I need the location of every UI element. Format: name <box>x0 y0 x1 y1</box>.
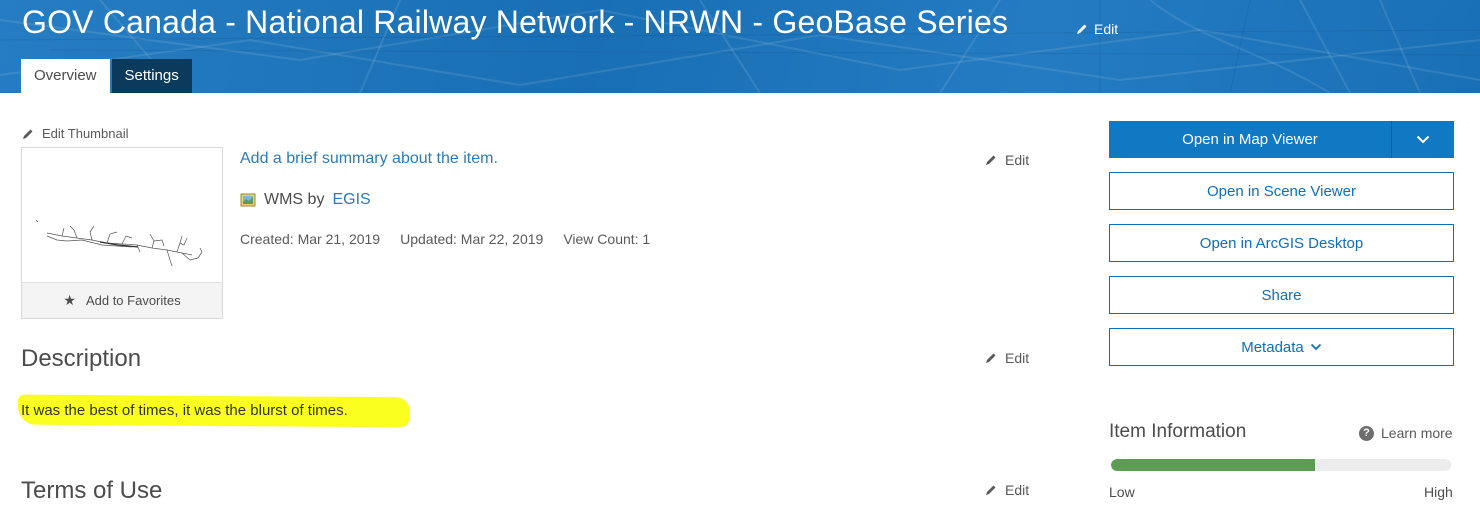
open-in-scene-viewer-button[interactable]: Open in Scene Viewer <box>1109 172 1454 210</box>
item-dates: Created: Mar 21, 2019 Updated: Mar 22, 2… <box>240 231 650 247</box>
metadata-button[interactable]: Metadata <box>1109 328 1454 366</box>
header-banner: GOV Canada - National Railway Network - … <box>0 0 1480 93</box>
title-edit-label: Edit <box>1094 21 1119 37</box>
owner-link[interactable]: EGIS <box>332 191 370 209</box>
updated-date: Updated: Mar 22, 2019 <box>400 231 544 247</box>
edit-thumbnail-label: Edit Thumbnail <box>42 126 129 141</box>
pencil-icon <box>986 353 996 363</box>
page-title: GOV Canada - National Railway Network - … <box>22 4 1009 40</box>
description-edit-button[interactable]: Edit <box>985 350 1029 366</box>
item-type-label: WMS by <box>264 191 325 208</box>
item-information-meter <box>1111 459 1451 471</box>
chevron-down-icon <box>1310 343 1321 351</box>
created-date: Created: Mar 21, 2019 <box>240 231 381 247</box>
description-text: It was the best of times, it was the blu… <box>21 402 348 419</box>
help-icon: ? <box>1359 425 1374 441</box>
edit-thumbnail-button[interactable]: Edit Thumbnail <box>22 126 128 141</box>
title-edit-button[interactable]: Edit <box>1076 21 1118 37</box>
thumbnail-image <box>35 219 203 267</box>
summary-edit-button[interactable]: Edit <box>985 152 1029 168</box>
pencil-icon <box>986 485 996 495</box>
meter-low-label: Low <box>1109 484 1135 500</box>
tab-settings[interactable]: Settings <box>111 59 192 93</box>
thumbnail-card: ★ Add to Favorites <box>21 147 223 319</box>
meter-fill <box>1111 459 1315 471</box>
description-edit-label: Edit <box>1005 350 1030 366</box>
open-in-arcgis-desktop-button[interactable]: Open in ArcGIS Desktop <box>1109 224 1454 262</box>
wms-layer-icon <box>240 193 256 207</box>
open-in-map-viewer-label: Open in Map Viewer <box>1182 131 1318 148</box>
summary-edit-label: Edit <box>1005 152 1030 168</box>
share-button[interactable]: Share <box>1109 276 1454 314</box>
tab-overview[interactable]: Overview <box>21 59 110 93</box>
chevron-down-icon <box>1416 135 1430 144</box>
terms-of-use-heading: Terms of Use <box>21 477 163 504</box>
star-icon: ★ <box>63 292 76 308</box>
learn-more-link[interactable]: ? Learn more <box>1359 425 1453 441</box>
description-heading: Description <box>21 345 142 372</box>
add-to-favorites-button[interactable]: ★ Add to Favorites <box>22 282 222 318</box>
add-summary-link[interactable]: Add a brief summary about the item. <box>240 150 498 168</box>
add-to-favorites-label: Add to Favorites <box>85 293 181 308</box>
learn-more-label: Learn more <box>1381 425 1453 441</box>
item-type-line: WMS by EGIS <box>240 191 371 209</box>
view-count: View Count: 1 <box>563 231 651 247</box>
terms-edit-label: Edit <box>1005 482 1030 498</box>
item-information-heading: Item Information <box>1109 421 1247 442</box>
map-viewer-dropdown-button[interactable] <box>1391 121 1454 158</box>
terms-edit-button[interactable]: Edit <box>985 482 1029 498</box>
pencil-icon <box>1077 24 1087 34</box>
pencil-icon <box>23 129 33 139</box>
open-in-map-viewer-button[interactable]: Open in Map Viewer <box>1109 121 1454 158</box>
pencil-icon <box>986 155 996 165</box>
tab-bar: Overview Settings <box>21 59 192 93</box>
metadata-label: Metadata <box>1241 338 1304 356</box>
meter-high-label: High <box>1424 484 1453 500</box>
